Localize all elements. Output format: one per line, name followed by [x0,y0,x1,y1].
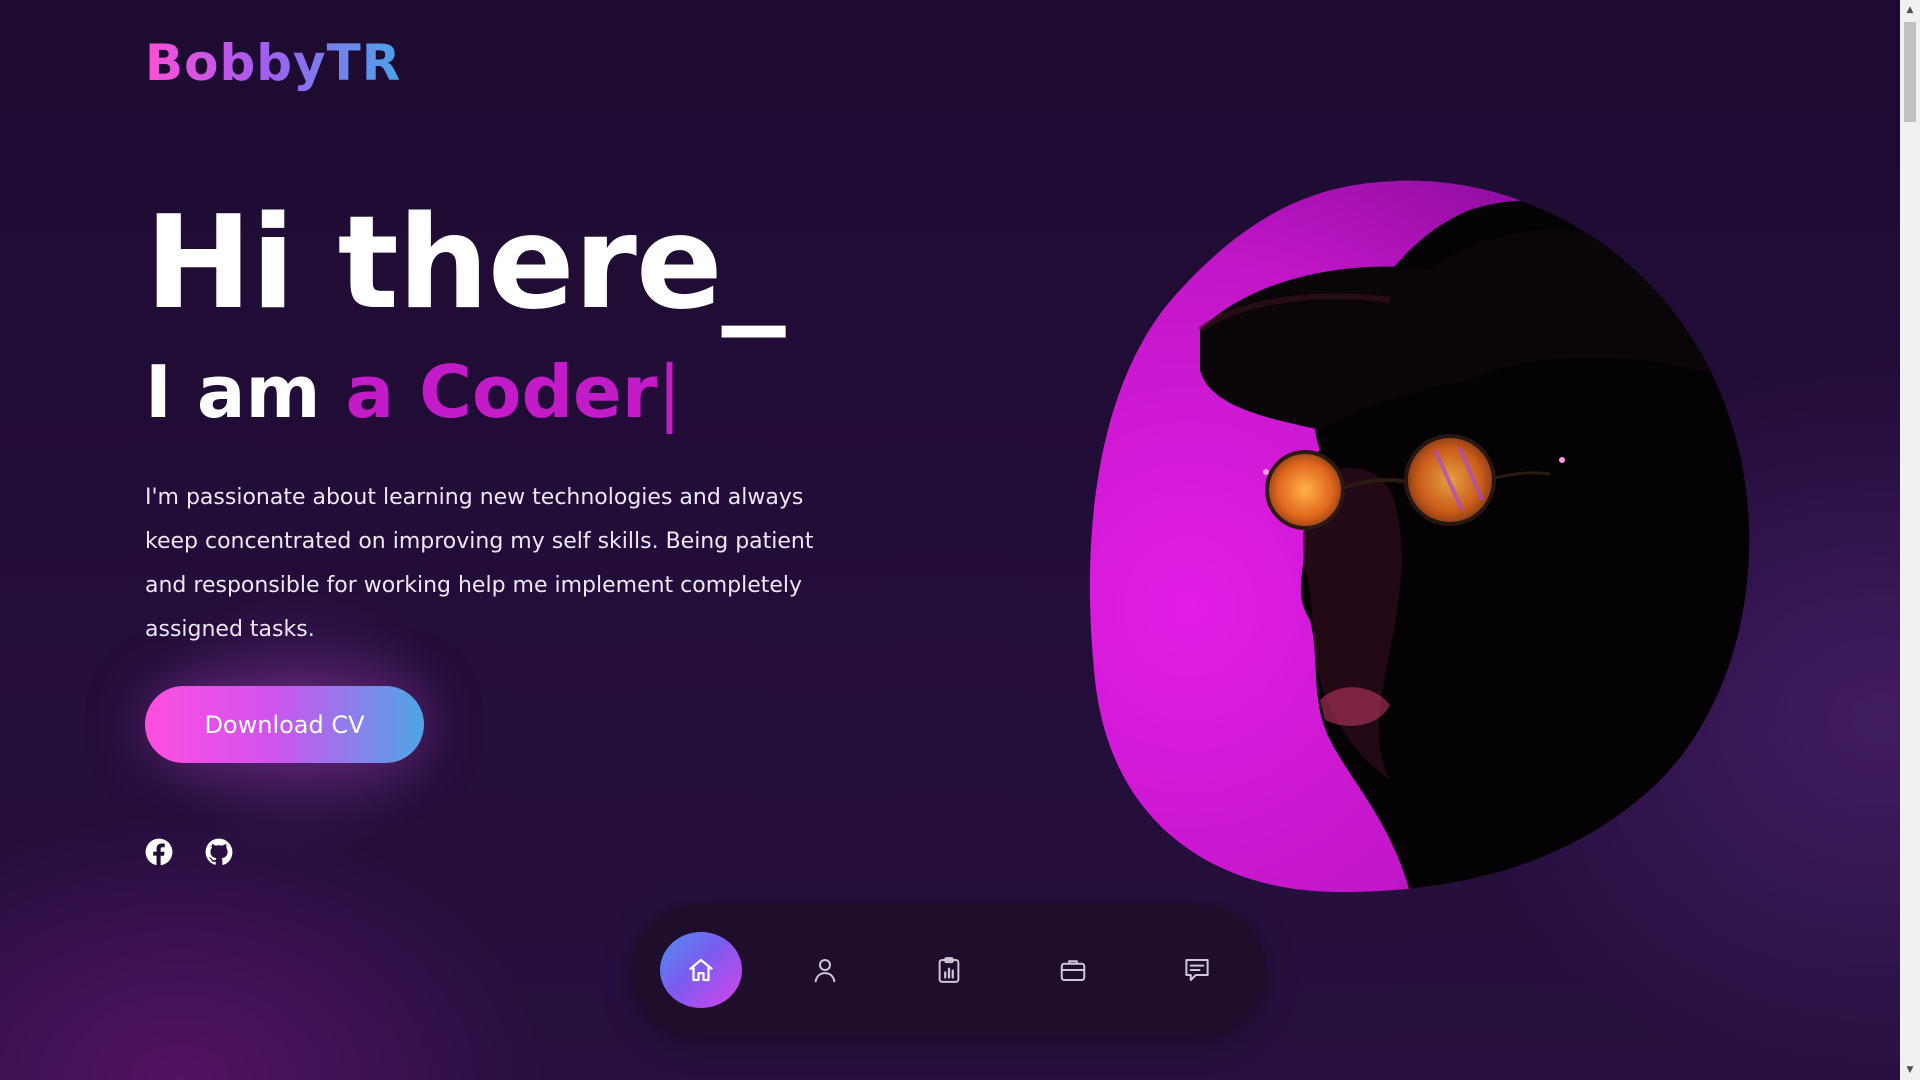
hero-bio: I'm passionate about learning new techno… [145,485,814,642]
nav-skills-button[interactable] [908,932,990,1008]
github-icon[interactable] [205,838,233,866]
intro-prefix: I am [145,350,346,434]
message-icon [1185,959,1209,981]
scroll-down-arrow-icon[interactable]: ▼ [1900,1062,1920,1078]
scrollbar-thumb[interactable] [1904,22,1916,122]
typing-caret: | [657,350,682,434]
facebook-icon[interactable] [145,838,173,866]
nav-home-button[interactable] [660,932,742,1008]
bottom-nav-dock [632,904,1266,1036]
hero-intro: I am a Coder| [145,356,682,428]
download-cv-button[interactable]: Download CV [145,686,424,763]
hero-greeting: Hi there_ [145,189,786,338]
intro-role: a Coder [345,350,658,434]
portrait-image [1090,180,1750,892]
home-page: BobbyTR Hi there_ I am a Coder| I'm pass… [0,0,1900,1080]
briefcase-icon [1060,960,1086,981]
scroll-up-arrow-icon[interactable]: ▲ [1900,2,1920,18]
nav-portfolio-button[interactable] [1032,932,1114,1008]
home-icon [689,958,713,982]
clipboard-chart-icon [938,957,960,983]
user-icon [814,959,836,983]
page-scrollbar[interactable]: ▲ ▼ [1900,0,1920,1080]
nav-contact-button[interactable] [1156,932,1238,1008]
brand-logo[interactable]: BobbyTR [145,34,401,92]
nav-about-button[interactable] [784,932,866,1008]
